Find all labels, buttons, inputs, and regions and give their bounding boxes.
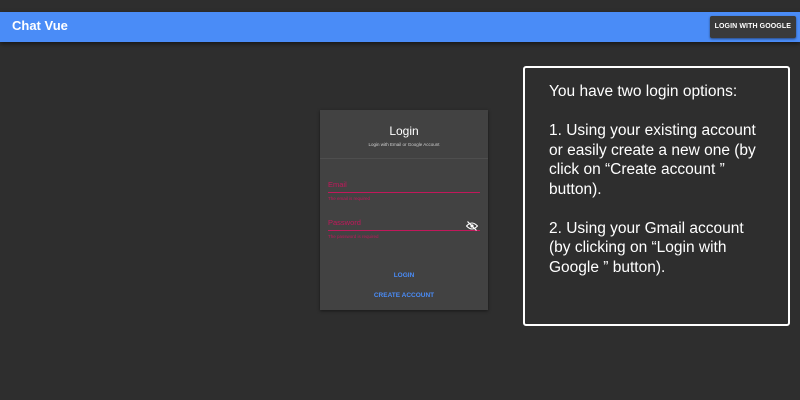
info-gap <box>549 102 776 122</box>
info-option1-line: or easily create a new one (by <box>549 141 756 159</box>
app-bar: Chat Vue LOGIN WITH GOOGLE <box>0 12 800 42</box>
create-account-button[interactable]: CREATE ACCOUNT <box>320 292 488 299</box>
page: Chat Vue LOGIN WITH GOOGLE Login Login w… <box>0 0 800 400</box>
info-option2-line: (by clicking on “Login with <box>549 239 727 256</box>
eye-off-icon-graphic <box>465 221 479 231</box>
login-card: Login Login with Email or Google Account… <box>320 110 488 310</box>
email-field[interactable]: Email The email is required <box>328 180 480 201</box>
top-strip <box>0 0 800 12</box>
password-label: Password <box>328 218 361 227</box>
password-error: The password is required <box>328 234 379 239</box>
password-underline <box>328 230 480 231</box>
info-intro: You have two login options: <box>549 83 738 100</box>
info-box: You have two login options: 1. Using you… <box>523 66 790 326</box>
email-label: Email <box>328 180 347 189</box>
eye-off-icon[interactable] <box>465 218 479 231</box>
login-card-header: Login Login with Email or Google Account <box>320 110 488 159</box>
info-option1-line: click on “Create account ” <box>549 161 725 178</box>
info-option1-line: button). <box>549 180 602 198</box>
email-underline <box>328 192 480 193</box>
login-with-google-button[interactable]: LOGIN WITH GOOGLE <box>709 16 796 38</box>
login-title: Login <box>389 124 419 138</box>
login-button[interactable]: LOGIN <box>320 272 488 279</box>
app-title: Chat Vue <box>12 18 68 33</box>
login-subtitle: Login with Email or Google Account <box>368 142 440 147</box>
email-error: The email is required <box>328 196 371 201</box>
info-option2-line: Google ” button). <box>549 258 666 276</box>
info-option2-line: 2. Using your Gmail account <box>549 219 744 237</box>
password-field[interactable]: Password The password is required <box>328 218 480 239</box>
info-option1-line: 1. Using your existing account <box>549 122 756 139</box>
info-gap <box>549 199 776 219</box>
